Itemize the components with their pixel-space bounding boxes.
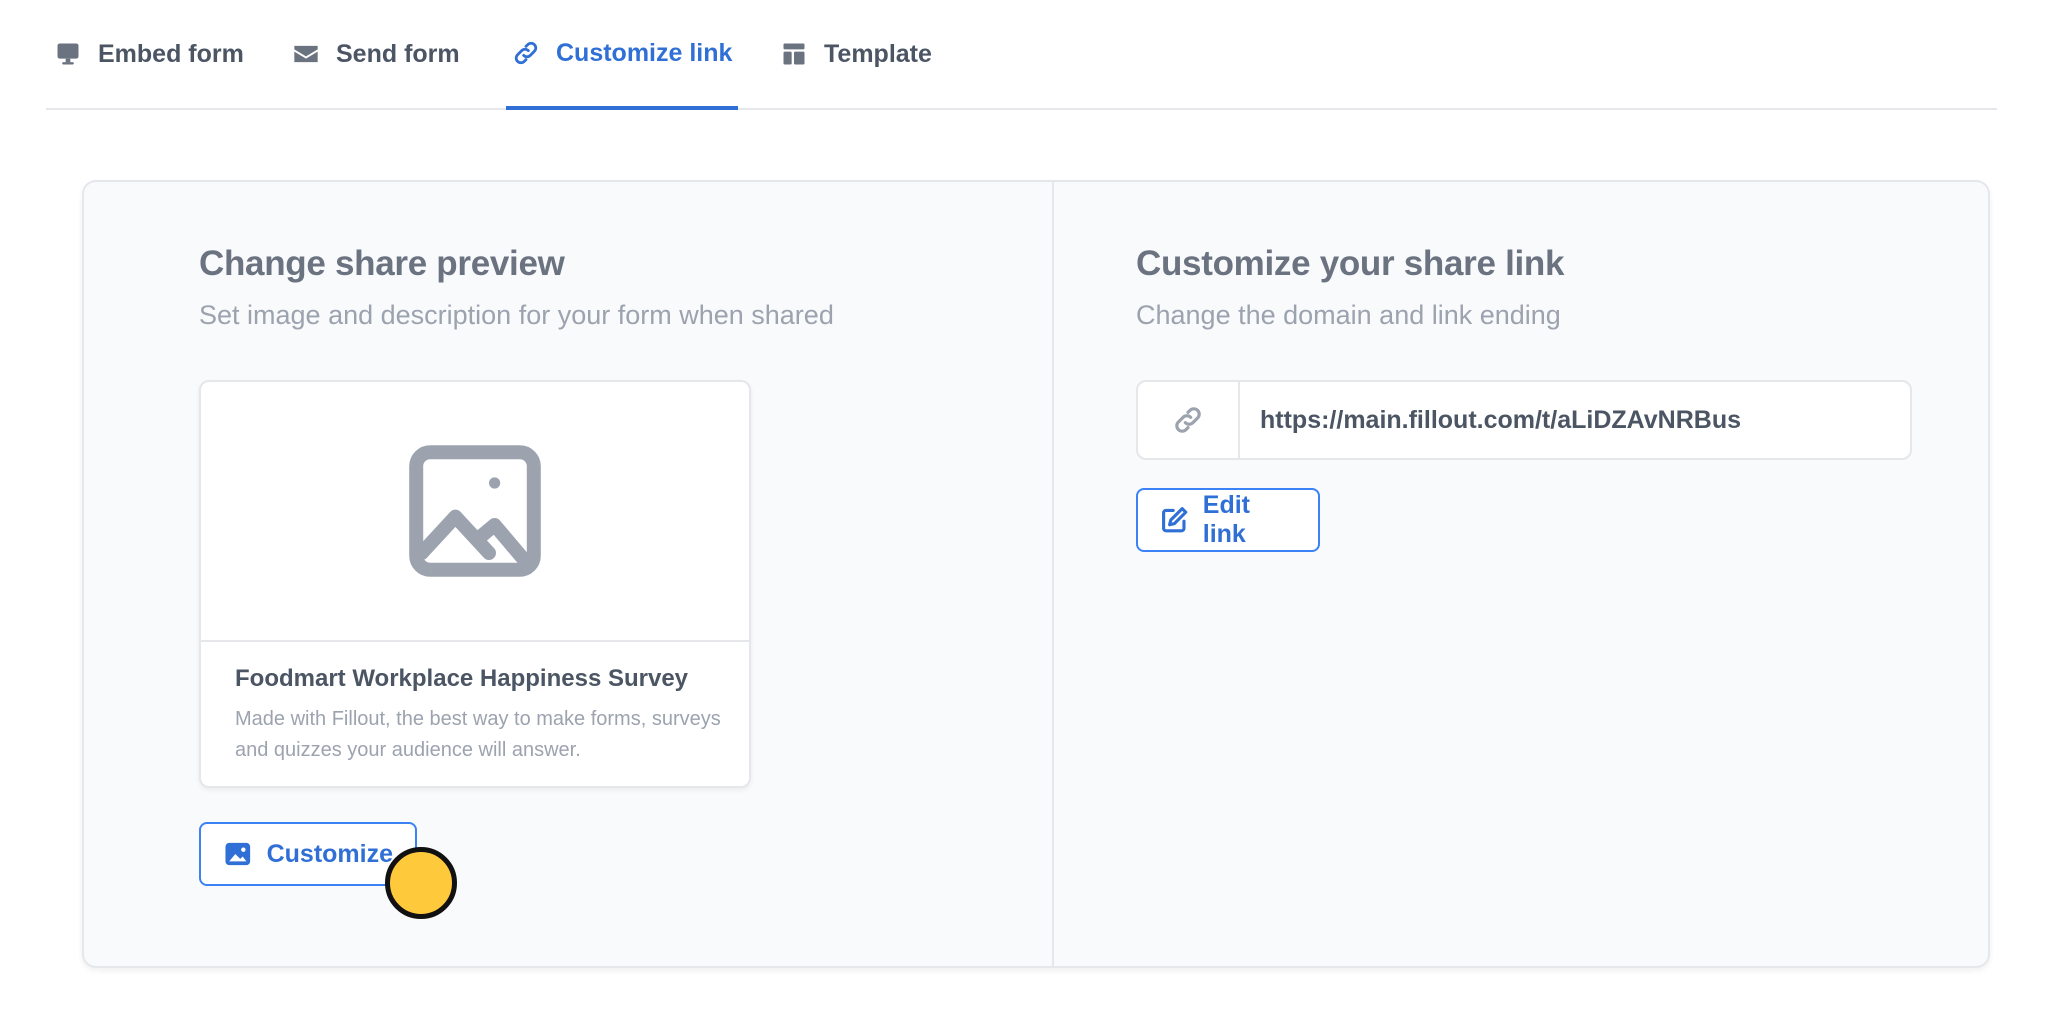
edit-icon — [1162, 507, 1188, 533]
share-link-field[interactable]: https://main.fillout.com/t/aLiDZAvNRBus — [1136, 380, 1912, 460]
share-link-url: https://main.fillout.com/t/aLiDZAvNRBus — [1260, 405, 1742, 434]
edit-link-label: Edit link — [1202, 491, 1250, 548]
image-icon — [225, 842, 251, 866]
share-preview-subtitle: Set image and description for your form … — [199, 300, 834, 330]
preview-description: Made with Fillout, the best way to make … — [235, 708, 721, 761]
share-preview-card: Foodmart Workplace Happiness Survey Made… — [199, 380, 751, 788]
monitor-icon — [57, 43, 79, 65]
cursor-indicator — [385, 847, 457, 919]
customize-button[interactable]: Customize — [199, 822, 417, 886]
share-link-subtitle: Change the domain and link ending — [1136, 300, 1561, 330]
tab-embed-form[interactable]: Embed form — [54, 0, 244, 108]
tab-send-form[interactable]: Send form — [292, 0, 460, 108]
share-preview-title: Change share preview — [199, 244, 565, 283]
link-icon — [1175, 407, 1201, 433]
tab-bar: Embed form Send form Customize link Temp… — [46, 0, 1997, 110]
tab-label: Customize link — [556, 38, 733, 67]
settings-panel: Change share preview Set image and descr… — [82, 180, 1990, 968]
image-placeholder-icon — [409, 445, 541, 577]
customize-button-label: Customize — [266, 839, 393, 868]
column-divider — [1052, 182, 1054, 966]
tab-template[interactable]: Template — [780, 0, 932, 108]
tab-label: Send form — [336, 39, 460, 68]
preview-title: Foodmart Workplace Happiness Survey — [235, 665, 689, 692]
link-icon-box — [1138, 382, 1240, 458]
tab-customize-link[interactable]: Customize link — [506, 0, 739, 110]
preview-image-area — [201, 382, 749, 642]
template-icon — [783, 43, 805, 65]
tab-label: Template — [824, 39, 932, 68]
edit-link-button[interactable]: Edit link — [1136, 488, 1320, 552]
envelope-icon — [294, 45, 318, 63]
tab-label: Embed form — [98, 39, 244, 68]
share-link-title: Customize your share link — [1136, 244, 1565, 283]
link-icon — [514, 41, 538, 65]
